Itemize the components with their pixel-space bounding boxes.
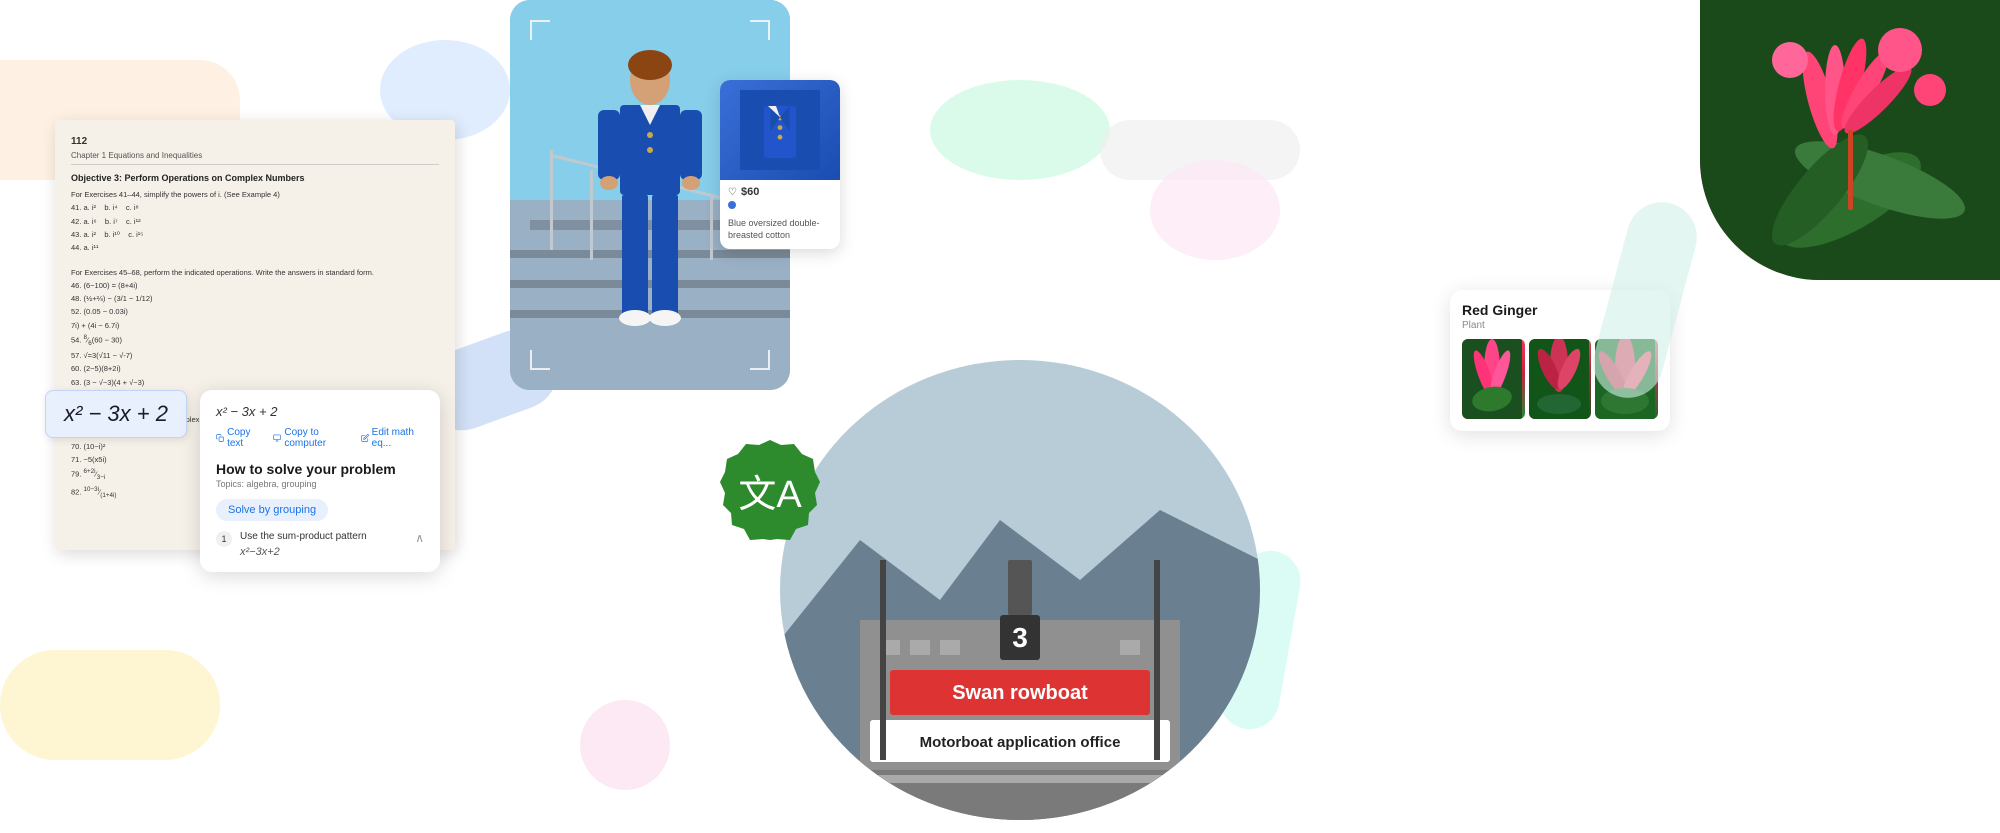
product-name: Blue oversized double-breasted cotton (720, 218, 840, 249)
solve-formula: x² − 3x + 2 (216, 404, 424, 419)
decorative-blob-pink-right (1150, 160, 1280, 260)
step-number: 1 (216, 531, 232, 547)
math-solve-panel: x² − 3x + 2 Copy text Copy to computer E… (200, 390, 440, 572)
focus-corner-bl (530, 350, 550, 370)
svg-text:3: 3 (1012, 622, 1028, 653)
translate-badge: 文A (720, 440, 820, 540)
plant-image-2 (1529, 339, 1592, 419)
svg-text:Motorboat application office: Motorboat application office (920, 734, 1121, 751)
decorative-blob-yellow-bl (0, 650, 220, 760)
wishlist-icon[interactable]: ♡ (728, 187, 737, 198)
copy-text-action[interactable]: Copy text (216, 427, 261, 449)
solve-title: How to solve your problem (216, 461, 424, 477)
decorative-blob-green (930, 80, 1110, 180)
objective-text: Objective 3: Perform Operations on Compl… (71, 173, 439, 183)
product-card-image (720, 80, 840, 180)
solve-actions: Copy text Copy to computer Edit math eq.… (216, 427, 424, 449)
product-card: ♡ $60 Blue oversized double-breasted cot… (720, 80, 840, 249)
edit-math-action[interactable]: Edit math eq... (361, 427, 424, 449)
copy-computer-action[interactable]: Copy to computer (273, 427, 348, 449)
step-label: Use the sum-product pattern (240, 531, 407, 542)
product-price: ♡ $60 (720, 180, 840, 200)
solve-step-1: 1 Use the sum-product pattern x²−3x+2 ∧ (216, 531, 424, 558)
formula-badge: x² − 3x + 2 (45, 390, 187, 438)
plant-image-1 (1462, 339, 1525, 419)
solve-topics: Topics: algebra, grouping (216, 479, 424, 489)
svg-text:Swan rowboat: Swan rowboat (952, 682, 1088, 704)
boat-circle-photo: 3 Swan rowboat Motorboat application off… (780, 360, 1260, 820)
focus-corner-tr (750, 20, 770, 40)
focus-corner-tl (530, 20, 550, 40)
chapter-title: Chapter 1 Equations and Inequalities (71, 151, 439, 165)
step-expand-icon[interactable]: ∧ (415, 531, 424, 545)
flower-photo (1700, 0, 2000, 280)
solve-by-grouping-button[interactable]: Solve by grouping (216, 499, 328, 521)
translate-section: 3 Swan rowboat Motorboat application off… (720, 360, 1260, 820)
product-color-swatch (728, 201, 736, 209)
page-number: 112 (71, 136, 439, 147)
decorative-blob-pink (580, 700, 670, 790)
translate-icon: 文A (738, 463, 801, 518)
step-formula: x²−3x+2 (240, 546, 407, 558)
fashion-section: ♡ $60 Blue oversized double-breasted cot… (510, 0, 810, 400)
